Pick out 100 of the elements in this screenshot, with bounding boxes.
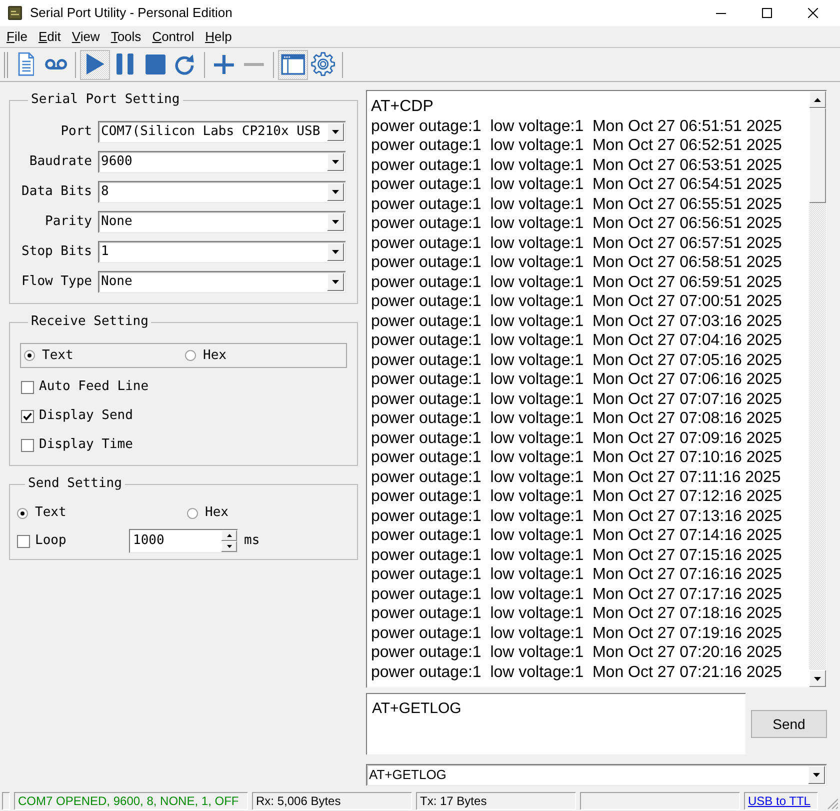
radio-icon[interactable] (185, 350, 196, 361)
checkbox-icon[interactable] (21, 438, 34, 452)
app-icon (8, 6, 22, 20)
checkbox-option[interactable]: Loop (17, 533, 129, 549)
radio-option[interactable]: Hex (187, 505, 347, 521)
log-line: power outage:1 low voltage:1 Mon Oct 27 06:58:51 2025 (371, 253, 783, 272)
rx-counter: Rx: 5,006 Bytes (252, 792, 412, 810)
resize-grip-icon[interactable] (827, 798, 838, 809)
caret-down-icon (332, 190, 339, 194)
tx-counter: Tx: 17 Bytes (416, 792, 576, 810)
log-line: power outage:1 low voltage:1 Mon Oct 27 07:13:16 2025 (371, 506, 783, 526)
dropdown-button[interactable] (327, 213, 344, 231)
caret-down-icon (226, 545, 232, 548)
unit-label: ms (244, 533, 260, 549)
maximize-icon (762, 8, 772, 18)
log-line: power outage:1 low voltage:1 Mon Oct 27 07:20:16 2025 (371, 643, 783, 662)
plus-icon (214, 54, 234, 74)
scrollbar-thumb[interactable] (809, 108, 826, 203)
menu-item[interactable]: File (1, 28, 33, 46)
gear-icon (310, 52, 336, 77)
dropdown-button[interactable] (327, 123, 344, 141)
log-line: power outage:1 low voltage:1 Mon Oct 27 06:51:51 2025 (371, 116, 783, 136)
log-line: power outage:1 low voltage:1 Mon Oct 27 06:57:51 2025 (371, 234, 783, 253)
checkbox-icon[interactable] (21, 410, 34, 422)
interval-spinbox[interactable]: 1000 (129, 529, 238, 553)
caret-down-icon (332, 220, 339, 224)
group-title: Send Setting (27, 476, 123, 492)
menu-item[interactable]: Edit (32, 28, 66, 46)
log-line: power outage:1 low voltage:1 Mon Oct 27 07:04:16 2025 (371, 331, 783, 350)
spin-down-button[interactable] (221, 541, 237, 552)
minimize-icon (716, 12, 726, 14)
dropdown-field[interactable]: None (98, 271, 346, 293)
spin-up-button[interactable] (221, 530, 237, 541)
log-line: power outage:1 low voltage:1 Mon Oct 27 06:55:51 2025 (371, 194, 783, 214)
menu-item[interactable]: Tools (105, 28, 147, 46)
dropdown-field[interactable]: COM7(Silicon Labs CP210x USB (98, 121, 346, 143)
status-bar-panel (2, 792, 10, 810)
log-line: power outage:1 low voltage:1 Mon Oct 27 07:07:16 2025 (371, 390, 783, 409)
checkbox-option[interactable]: Display Send (21, 408, 347, 424)
dropdown-button[interactable] (327, 243, 344, 261)
log-line: power outage:1 low voltage:1 Mon Oct 27 07:18:16 2025 (371, 604, 783, 624)
caret-down-icon (813, 773, 820, 777)
menu-item[interactable]: View (66, 28, 106, 46)
field-label: Stop Bits (20, 244, 92, 260)
radio-option[interactable]: Text (24, 348, 185, 364)
radio-icon[interactable] (17, 508, 28, 518)
field-label: Baudrate (28, 154, 92, 170)
close-icon (808, 8, 818, 18)
dropdown-button[interactable] (327, 273, 344, 291)
log-line: power outage:1 low voltage:1 Mon Oct 27 07:21:16 2025 (371, 662, 783, 682)
field-label: Flow Type (20, 274, 92, 290)
play-button[interactable] (80, 50, 110, 80)
command-history-dropdown[interactable]: AT+GETLOG (366, 764, 827, 786)
log-line: power outage:1 low voltage:1 Mon Oct 27 06:59:51 2025 (371, 272, 783, 292)
caret-down-icon (332, 250, 339, 254)
minus-icon (244, 62, 264, 66)
field-label: Port (60, 124, 92, 140)
log-line: power outage:1 low voltage:1 Mon Oct 27 07:15:16 2025 (371, 546, 783, 565)
checkbox-option[interactable]: Display Time (21, 437, 347, 453)
send-text-field[interactable]: AT+GETLOG (366, 693, 746, 755)
caret-up-icon (226, 534, 232, 537)
log-line: power outage:1 low voltage:1 Mon Oct 27 07:16:16 2025 (371, 565, 783, 584)
window-title: Serial Port Utility - Personal Edition (30, 5, 232, 21)
radio-icon[interactable] (187, 508, 198, 518)
checkbox-icon[interactable] (17, 534, 30, 548)
log-line: power outage:1 low voltage:1 Mon Oct 27 07:06:16 2025 (371, 370, 783, 390)
radio-option[interactable]: Hex (185, 348, 346, 364)
scroll-up-button[interactable] (809, 91, 826, 108)
scroll-down-button[interactable] (809, 670, 826, 687)
dropdown-button[interactable] (327, 153, 344, 171)
connection-status: COM7 OPENED, 9600, 8, NONE, 1, OFF (14, 792, 248, 810)
log-line: power outage:1 low voltage:1 Mon Oct 27 07:19:16 2025 (371, 624, 783, 643)
menu-item[interactable]: Control (146, 28, 200, 46)
log-line: AT+CDP (371, 97, 434, 116)
caret-down-icon (332, 280, 339, 284)
dropdown-field[interactable]: None (98, 211, 346, 233)
log-line: power outage:1 low voltage:1 Mon Oct 27 07:12:16 2025 (371, 487, 783, 506)
log-line: power outage:1 low voltage:1 Mon Oct 27 07:00:51 2025 (371, 292, 783, 312)
dropdown-field[interactable]: 9600 (98, 151, 346, 173)
dropdown-button[interactable] (327, 183, 344, 201)
radio-icon[interactable] (24, 350, 35, 361)
checkbox-icon[interactable] (21, 380, 34, 394)
menu-item[interactable]: Help (200, 28, 238, 46)
log-line: power outage:1 low voltage:1 Mon Oct 27 06:53:51 2025 (371, 156, 783, 175)
window-button[interactable] (278, 50, 308, 80)
radio-option[interactable]: Text (17, 505, 187, 521)
status-link[interactable]: USB to TTL (748, 794, 810, 808)
dropdown-button[interactable] (808, 766, 825, 784)
log-line: power outage:1 low voltage:1 Mon Oct 27 07:10:16 2025 (371, 448, 783, 468)
log-line: power outage:1 low voltage:1 Mon Oct 27 06:56:51 2025 (371, 214, 783, 234)
refresh-icon (175, 54, 195, 75)
send-button[interactable]: Send (751, 710, 827, 738)
play-icon (86, 53, 104, 76)
log-line: power outage:1 low voltage:1 Mon Oct 27 07:09:16 2025 (371, 428, 783, 448)
dropdown-field[interactable]: 1 (98, 241, 346, 263)
checkbox-option[interactable]: Auto Feed Line (21, 379, 347, 395)
log-line: power outage:1 low voltage:1 Mon Oct 27 06:54:51 2025 (371, 175, 783, 194)
caret-up-icon (814, 98, 821, 102)
log-line: power outage:1 low voltage:1 Mon Oct 27 07:17:16 2025 (371, 584, 783, 604)
dropdown-field[interactable]: 8 (98, 181, 346, 203)
